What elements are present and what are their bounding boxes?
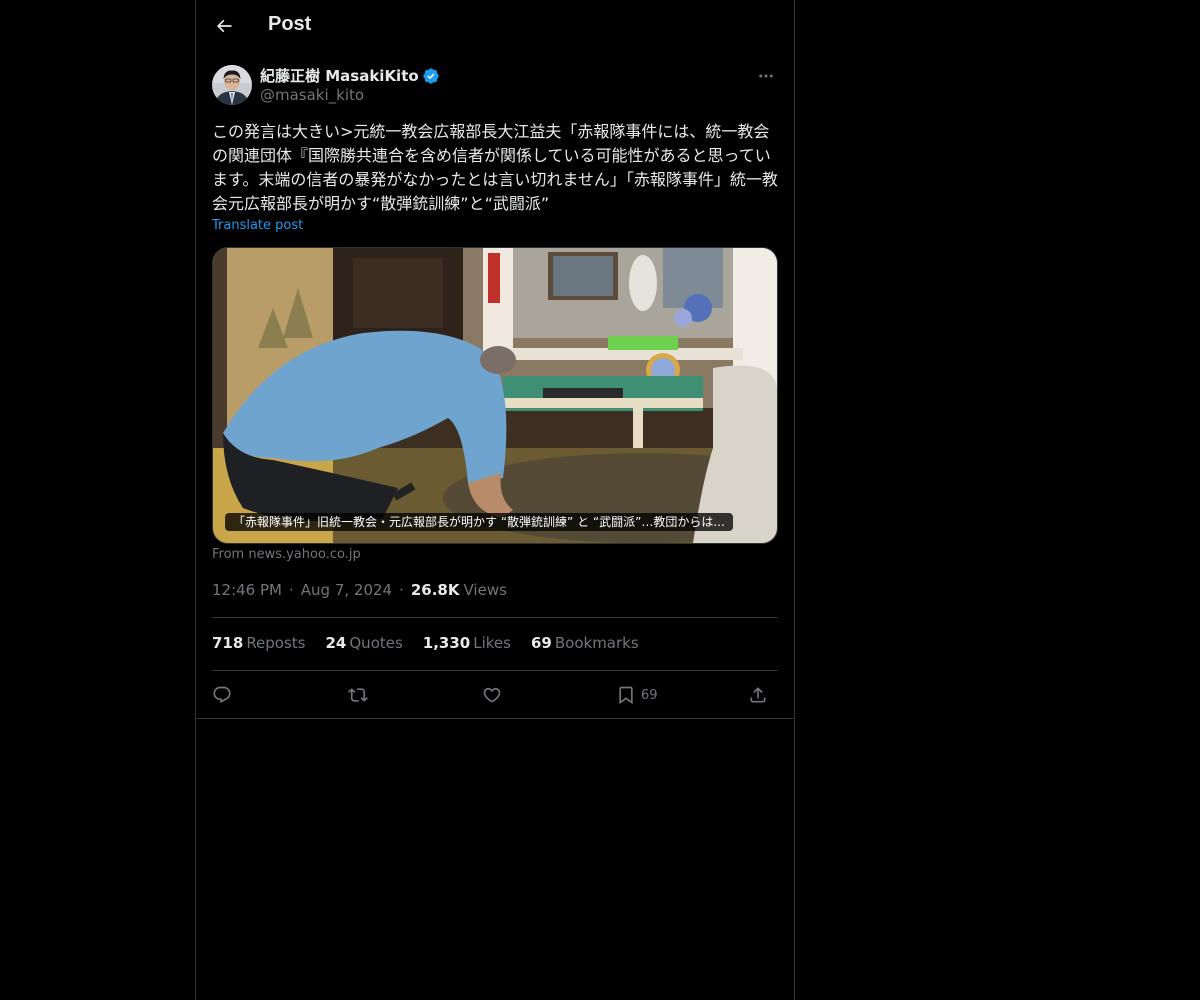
views-label: Views <box>463 581 507 599</box>
bookmark-button[interactable]: 69 <box>616 682 658 708</box>
arrow-left-icon <box>216 19 232 33</box>
page-title: Post <box>268 13 312 35</box>
post-date[interactable]: Aug 7, 2024 <box>301 581 392 599</box>
bookmark-icon <box>619 686 633 705</box>
reply-button[interactable] <box>212 682 232 708</box>
card-caption: 「赤報隊事件」旧統一教会・元広報部長が明かす “散弾銃訓練” と “武闘派”…教… <box>225 513 733 531</box>
repost-icon <box>348 688 368 702</box>
author-name: 紀藤正樹 MasakiKito <box>260 67 419 85</box>
meta-separator: · <box>288 581 294 599</box>
back-button[interactable] <box>206 8 242 44</box>
post-meta: 12:46 PM · Aug 7, 2024 · 26.8K Views <box>212 581 507 599</box>
link-card[interactable]: 「赤報隊事件」旧統一教会・元広報部長が明かす “散弾銃訓練” と “武闘派”…教… <box>212 247 778 544</box>
post-column: Post 紀藤正樹 MasakiKito @masaki_kito この発言は大… <box>195 0 795 1000</box>
post-author: 紀藤正樹 MasakiKito @masaki_kito <box>212 64 778 108</box>
translate-post-link[interactable]: Translate post <box>212 218 303 233</box>
divider <box>212 617 778 618</box>
views-count: 26.8K <box>410 581 460 599</box>
divider <box>212 670 778 671</box>
quotes-stat[interactable]: 24 Quotes <box>326 634 403 652</box>
share-icon <box>750 687 766 703</box>
action-bar: 69 <box>212 682 778 708</box>
meta-separator: · <box>399 581 404 599</box>
card-source[interactable]: From news.yahoo.co.jp <box>212 547 361 562</box>
heart-icon <box>483 687 501 703</box>
post-text: この発言は大きい>元統一教会広報部長大江益夫「赤報隊事件には、統一教会の関連団体… <box>212 122 778 213</box>
bookmark-count: 69 <box>641 687 658 703</box>
repost-button[interactable] <box>348 682 368 708</box>
post-stats: 718 Reposts 24 Quotes 1,330 Likes 69 Bookmar… <box>212 634 659 652</box>
divider <box>196 718 794 719</box>
bookmarks-stat[interactable]: 69 Bookmarks <box>531 634 639 652</box>
reply-icon <box>213 686 231 704</box>
post-time[interactable]: 12:46 PM <box>212 581 282 599</box>
share-button[interactable] <box>748 682 768 708</box>
verified-badge-icon <box>423 67 439 84</box>
reposts-stat[interactable]: 718 Reposts <box>212 634 306 652</box>
likes-stat[interactable]: 1,330 Likes <box>423 634 511 652</box>
avatar[interactable] <box>212 65 252 105</box>
card-image <box>213 248 777 543</box>
header: Post <box>196 0 794 53</box>
more-horizontal-icon <box>759 74 773 78</box>
author-handle[interactable]: @masaki_kito <box>260 86 364 104</box>
author-name-row[interactable]: 紀藤正樹 MasakiKito <box>260 65 440 86</box>
more-button[interactable] <box>754 64 778 88</box>
like-button[interactable] <box>482 682 502 708</box>
